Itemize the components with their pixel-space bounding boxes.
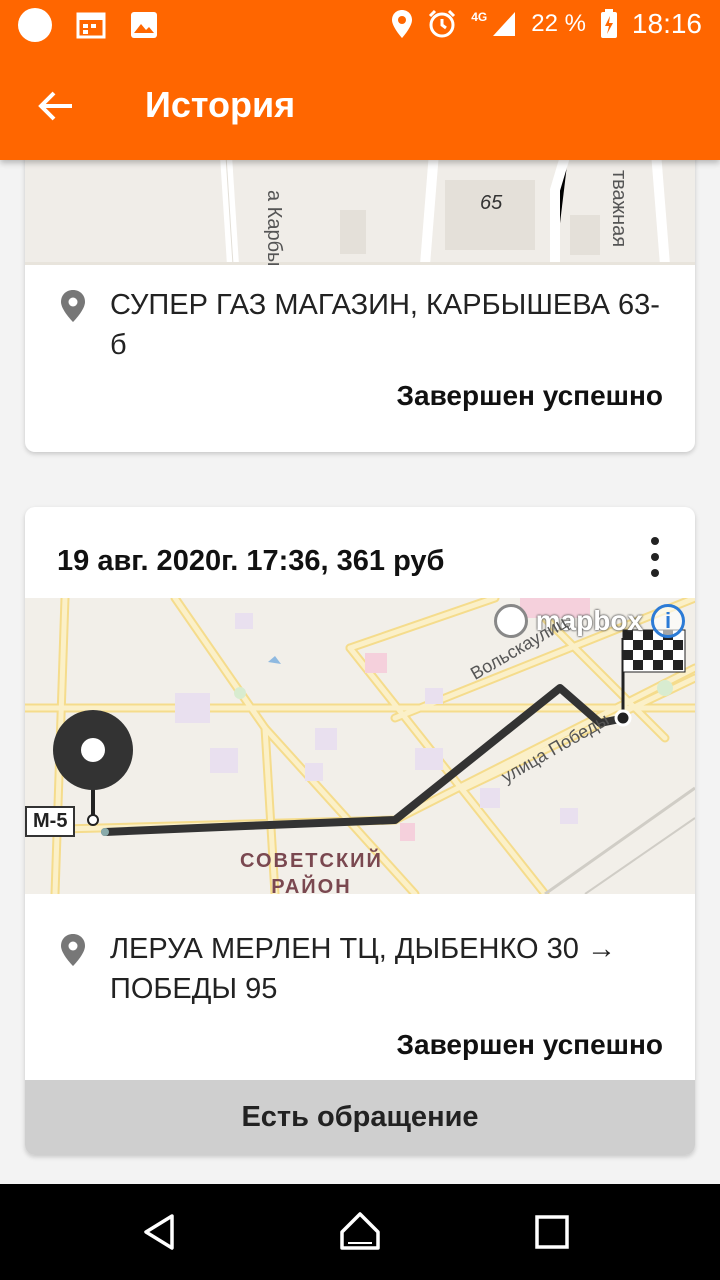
back-button[interactable] [30, 80, 82, 132]
district-label: СОВЕТСКИЙ РАЙОН [240, 850, 383, 898]
trip-status: Завершен успешно [396, 380, 663, 411]
more-vert-icon [651, 537, 659, 545]
nav-back-button[interactable] [132, 1204, 188, 1260]
map-background [25, 160, 695, 266]
signal-icon [493, 12, 516, 36]
notification-dot-icon [18, 8, 52, 42]
info-icon[interactable]: i [651, 604, 685, 638]
triangle-back-icon [144, 1214, 174, 1250]
nav-home-button[interactable] [332, 1204, 388, 1260]
map-building-number: 65 [480, 192, 503, 214]
map-pin-icon [61, 290, 85, 322]
app-bar: История [0, 60, 720, 156]
top-app-bar: 4G 22 % 18:16 История [0, 0, 720, 160]
calendar-icon [76, 12, 106, 39]
battery-percent: 22 % [531, 10, 586, 37]
highway-shield: M-5 [25, 806, 76, 837]
trip-card[interactable]: а Карбы 65 тважная СУПЕР ГАЗ МАГАЗИН, КА… [25, 160, 695, 452]
trip-card[interactable]: 19 авг. 2020г. 17:36, 361 руб mapbox i В… [25, 507, 695, 1155]
map-pin-icon [61, 934, 85, 966]
system-nav-bar [0, 1184, 720, 1280]
map-street-label: а Карбы [263, 190, 285, 267]
trip-address: ЛЕРУА МЕРЛЕН ТЦ, ДЫБЕНКО 30 → ПОБЕДЫ 95 [110, 933, 616, 1005]
page-title: История [145, 84, 296, 125]
trip-map[interactable]: mapbox i Вольскаулиц улица Победы M-5 СО… [25, 593, 695, 899]
clock: 18:16 [631, 8, 702, 39]
nav-recents-button[interactable] [524, 1204, 580, 1260]
trip-address: СУПЕР ГАЗ МАГАЗИН, КАРБЫШЕВА 63-б [110, 289, 660, 361]
trip-address-row: СУПЕР ГАЗ МАГАЗИН, КАРБЫШЕВА 63-б [60, 285, 670, 365]
arrow-back-icon [38, 91, 72, 121]
trip-address-row: ЛЕРУА МЕРЛЕН ТЦ, ДЫБЕНКО 30 → ПОБЕДЫ 95 [60, 929, 670, 1009]
trip-status: Завершен успешно [396, 1029, 663, 1060]
status-bar: 4G 22 % 18:16 [0, 0, 720, 50]
trip-map[interactable]: а Карбы 65 тважная [25, 160, 695, 267]
location-icon [392, 10, 413, 38]
square-recents-icon [535, 1215, 569, 1249]
alarm-icon [429, 9, 456, 38]
home-icon [340, 1212, 380, 1250]
network-type: 4G [471, 10, 488, 24]
history-list[interactable]: а Карбы 65 тважная СУПЕР ГАЗ МАГАЗИН, КА… [0, 160, 720, 1184]
trip-header: 19 авг. 2020г. 17:36, 361 руб [57, 545, 445, 577]
appeal-button[interactable]: Есть обращение [25, 1080, 695, 1155]
more-options-button[interactable] [643, 537, 667, 577]
map-street-label: тважная [608, 170, 630, 248]
image-icon [131, 12, 157, 38]
battery-charging-icon [600, 9, 617, 38]
